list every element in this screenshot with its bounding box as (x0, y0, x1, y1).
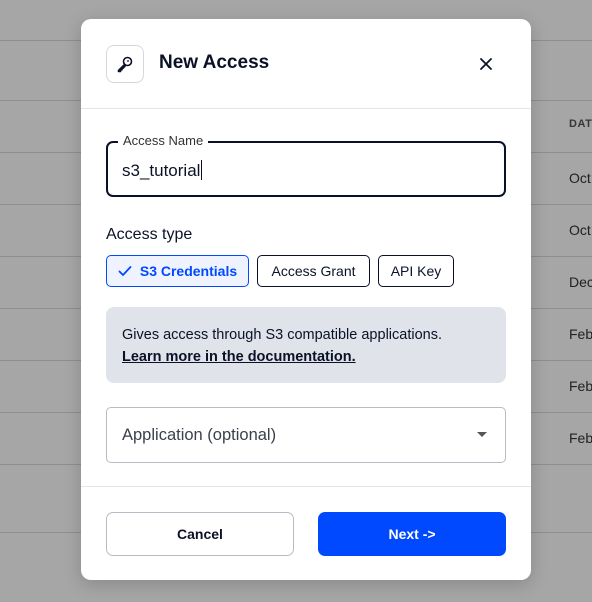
documentation-link[interactable]: Learn more in the documentation. (122, 346, 490, 368)
access-type-option-label: API Key (390, 263, 442, 279)
access-type-access-grant[interactable]: Access Grant (257, 255, 370, 287)
application-select-placeholder: Application (optional) (122, 426, 277, 444)
info-box: Gives access through S3 compatible appli… (106, 307, 506, 383)
next-button[interactable]: Next -> (318, 512, 506, 556)
footer-divider (81, 486, 531, 487)
text-caret (201, 160, 203, 180)
info-text: Gives access through S3 compatible appli… (122, 327, 442, 343)
access-name-input[interactable]: Access Name s3_tutorial (106, 133, 506, 197)
access-name-label: Access Name (118, 133, 209, 148)
cancel-button[interactable]: Cancel (106, 512, 294, 556)
close-icon[interactable] (476, 54, 496, 74)
modal-header: New Access (81, 19, 531, 109)
application-select[interactable]: Application (optional) (106, 407, 506, 463)
access-type-label: Access type (106, 226, 193, 243)
access-type-option-label: Access Grant (271, 263, 356, 279)
access-type-option-label: S3 Credentials (139, 263, 238, 279)
key-icon (106, 45, 144, 83)
modal-title: New Access (159, 52, 270, 73)
check-icon (118, 265, 132, 277)
new-access-modal: New Access Access Name s3_tutorial Acces… (81, 19, 531, 580)
access-type-s3-credentials[interactable]: S3 Credentials (106, 255, 249, 287)
access-name-value: s3_tutorial (122, 160, 203, 180)
access-type-api-key[interactable]: API Key (378, 255, 454, 287)
chevron-down-icon (477, 432, 487, 437)
